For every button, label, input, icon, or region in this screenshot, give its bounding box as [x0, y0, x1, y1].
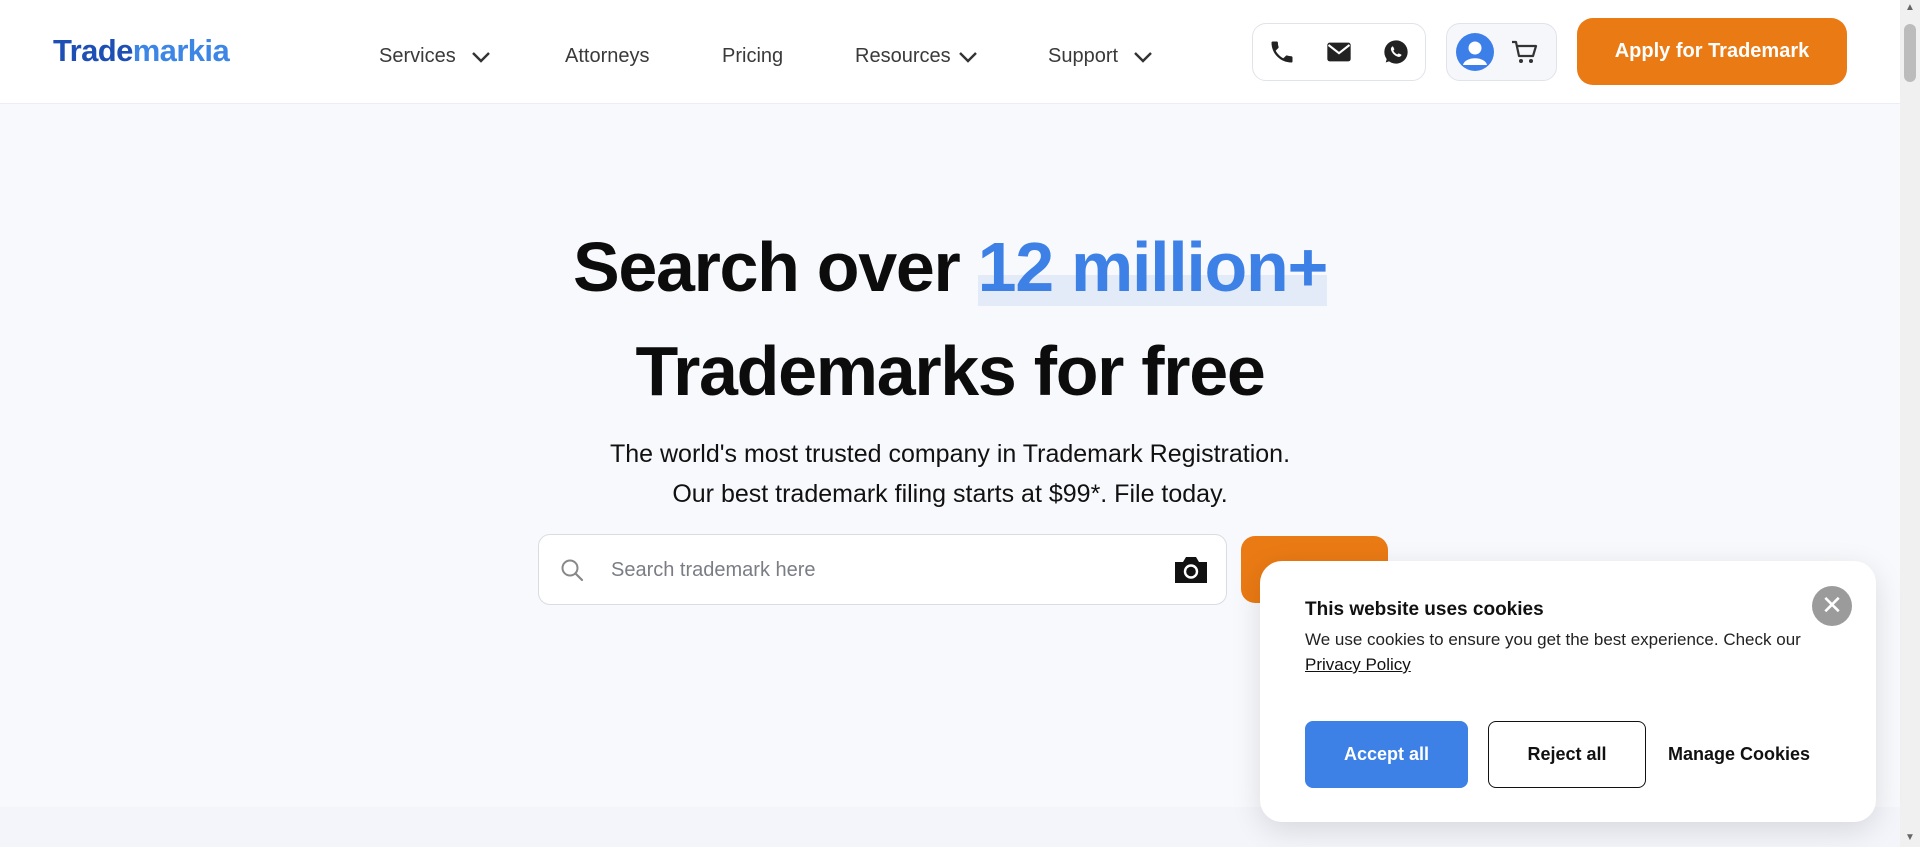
- page-scrollbar[interactable]: ▲ ▼: [1900, 0, 1920, 847]
- contact-options: [1252, 23, 1426, 81]
- cookie-body-text: We use cookies to ensure you get the bes…: [1305, 630, 1801, 649]
- nav-pricing[interactable]: Pricing: [722, 45, 783, 68]
- trademarkia-logo[interactable]: Trademarkia: [53, 33, 230, 69]
- search-icon: [561, 559, 584, 582]
- reject-all-button[interactable]: Reject all: [1488, 721, 1646, 788]
- nav-support[interactable]: Support: [1048, 45, 1154, 68]
- nav-pricing-label: Pricing: [722, 45, 784, 67]
- mail-icon[interactable]: [1325, 38, 1353, 66]
- hero-title-line2: Trademarks for free: [635, 332, 1266, 410]
- whatsapp-icon[interactable]: [1382, 38, 1410, 66]
- nav-resources-label: Resources: [855, 45, 951, 67]
- close-icon[interactable]: ✕: [1812, 586, 1852, 626]
- apply-for-trademark-button[interactable]: Apply for Trademark: [1577, 18, 1847, 85]
- nav-services-label: Services: [379, 45, 456, 67]
- nav-attorneys-label: Attorneys: [565, 45, 650, 67]
- site-header: Trademarkia Services Attorneys Pricing R…: [0, 0, 1900, 104]
- logo-text-markia: markia: [132, 33, 230, 68]
- hero-subtitle-1: The world's most trusted company in Trad…: [609, 440, 1291, 468]
- hero-title-prefix: Search over: [572, 228, 978, 306]
- account-cart-group: [1446, 23, 1557, 81]
- nav-support-label: Support: [1048, 45, 1119, 67]
- cookie-title: This website uses cookies: [1305, 599, 1544, 620]
- nav-services[interactable]: Services: [379, 45, 492, 68]
- cookie-consent-dialog: This website uses cookies We use cookies…: [1260, 561, 1876, 822]
- phone-icon[interactable]: [1268, 38, 1296, 66]
- scroll-up-arrow-icon[interactable]: ▲: [1904, 2, 1916, 14]
- search-input[interactable]: [609, 549, 1153, 591]
- logo-text-trade: Trade: [53, 33, 133, 68]
- nav-resources[interactable]: Resources: [855, 45, 979, 68]
- manage-cookies-button[interactable]: Manage Cookies: [1664, 721, 1814, 788]
- trademark-search-bar: [538, 534, 1227, 605]
- scroll-down-arrow-icon[interactable]: ▼: [1904, 832, 1916, 844]
- camera-icon[interactable]: [1172, 554, 1210, 586]
- cart-icon[interactable]: [1509, 37, 1539, 67]
- cookie-body: We use cookies to ensure you get the bes…: [1305, 627, 1845, 677]
- scrollbar-thumb[interactable]: [1904, 24, 1916, 82]
- nav-attorneys[interactable]: Attorneys: [565, 45, 649, 68]
- hero-subtitle-2: Our best trademark filing starts at $99*…: [672, 480, 1228, 508]
- chevron-down-icon: [1134, 51, 1152, 63]
- user-icon[interactable]: [1456, 33, 1494, 71]
- privacy-policy-link[interactable]: Privacy Policy: [1305, 655, 1411, 674]
- hero-title-line1: Search over 12 million+: [0, 227, 1900, 307]
- accept-all-button[interactable]: Accept all: [1305, 721, 1468, 788]
- chevron-down-icon: [958, 51, 977, 63]
- chevron-down-icon: [471, 51, 490, 63]
- hero-title-highlight: 12 million+: [977, 228, 1328, 306]
